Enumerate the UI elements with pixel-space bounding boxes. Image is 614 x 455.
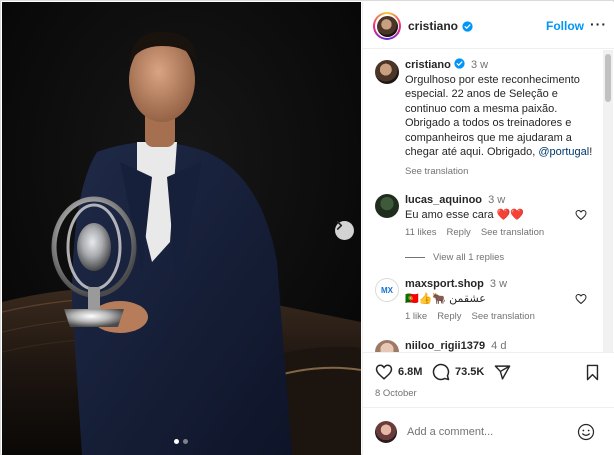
comment-username[interactable]: lucas_aquinoo	[405, 194, 482, 206]
comment-icon	[432, 363, 450, 381]
comment-like-icon[interactable]	[575, 209, 587, 221]
post-side-panel: cristiano Follow ··· cristiano 3 w Orgul…	[362, 2, 614, 455]
view-replies-label: View all 1 replies	[433, 252, 505, 263]
verified-badge-icon	[454, 58, 465, 69]
caption-see-translation[interactable]: See translation	[405, 166, 468, 177]
view-replies-button[interactable]: View all 1 replies	[405, 252, 504, 263]
verified-badge-icon	[462, 20, 473, 32]
scrollbar-thumb[interactable]	[605, 54, 611, 102]
author-username[interactable]: cristiano	[408, 19, 458, 33]
emoji-icon[interactable]	[577, 423, 595, 441]
comments-count: 73.5K	[455, 366, 485, 378]
bookmark-icon	[586, 364, 599, 380]
like-button[interactable]: 6.8M	[375, 363, 422, 381]
comment-reply[interactable]: Reply	[447, 227, 471, 238]
post-photo	[2, 2, 361, 455]
caption-mention[interactable]: @portugal	[538, 146, 589, 158]
comment-like-icon[interactable]	[575, 293, 587, 305]
share-button[interactable]	[494, 363, 511, 381]
comment-meta: 1 like Reply See translation	[405, 311, 535, 322]
post-actions: 6.8M 73.5K 8 October	[363, 352, 614, 407]
comment-username[interactable]: niiloo_rigii1379	[405, 340, 485, 352]
slide-dot	[183, 439, 188, 444]
caption: cristiano 3 w Orgulhoso por este reconhe…	[405, 58, 595, 160]
comment-see-translation[interactable]: See translation	[481, 227, 544, 238]
comments-scrollbar[interactable]	[603, 50, 613, 352]
likes-count: 6.8M	[398, 366, 423, 378]
comment-see-translation[interactable]: See translation	[471, 311, 534, 322]
comment-text: Eu amo esse cara ❤️❤️	[405, 209, 525, 221]
next-slide-button[interactable]	[335, 221, 354, 240]
chevron-right-icon	[336, 221, 343, 230]
comment-text: 🇵🇹👍🐂 عشقمن	[405, 293, 486, 305]
comment-header: maxsport.shop 3 w	[405, 278, 507, 290]
comment-avatar[interactable]	[375, 194, 399, 218]
post-date: 8 October	[375, 388, 417, 399]
heart-icon	[375, 364, 393, 380]
caption-avatar[interactable]	[375, 60, 399, 84]
caption-suffix: !	[589, 146, 593, 158]
comment-button[interactable]: 73.5K	[432, 363, 484, 381]
comment-avatar[interactable]: MX	[375, 278, 399, 302]
comment-username[interactable]: maxsport.shop	[405, 278, 484, 290]
save-button[interactable]	[585, 363, 600, 381]
comment-time: 4 d	[491, 340, 507, 352]
comment-time: 3 w	[489, 278, 508, 290]
follow-button[interactable]: Follow	[546, 19, 584, 33]
post-image[interactable]	[2, 2, 361, 455]
post-dialog: cristiano Follow ··· cristiano 3 w Orgul…	[0, 0, 614, 455]
comment-reply[interactable]: Reply	[437, 311, 461, 322]
comment-meta: 11 likes Reply See translation	[405, 227, 544, 238]
current-user-avatar	[375, 421, 397, 443]
share-icon	[494, 364, 511, 380]
slide-indicator	[174, 439, 188, 444]
comment-input[interactable]	[407, 422, 567, 442]
author-avatar[interactable]	[373, 12, 401, 40]
slide-dot-active	[174, 439, 179, 444]
comment-avatar[interactable]	[375, 340, 399, 352]
comment-time: 3 w	[488, 194, 506, 206]
comment-header: niiloo_rigii1379 4 d	[405, 340, 506, 352]
comment-likes[interactable]: 1 like	[405, 311, 427, 322]
comments-list[interactable]: cristiano 3 w Orgulhoso por este reconhe…	[363, 50, 614, 352]
post-header: cristiano Follow ···	[363, 2, 614, 49]
caption-username[interactable]: cristiano	[405, 59, 451, 71]
more-options-icon[interactable]: ···	[590, 16, 607, 32]
author-username-row[interactable]: cristiano	[408, 19, 473, 33]
comment-composer	[363, 407, 614, 455]
replies-divider	[405, 257, 425, 258]
comment-likes[interactable]: 11 likes	[405, 227, 437, 238]
caption-time: 3 w	[470, 59, 489, 71]
comment-header: lucas_aquinoo 3 w	[405, 194, 505, 206]
